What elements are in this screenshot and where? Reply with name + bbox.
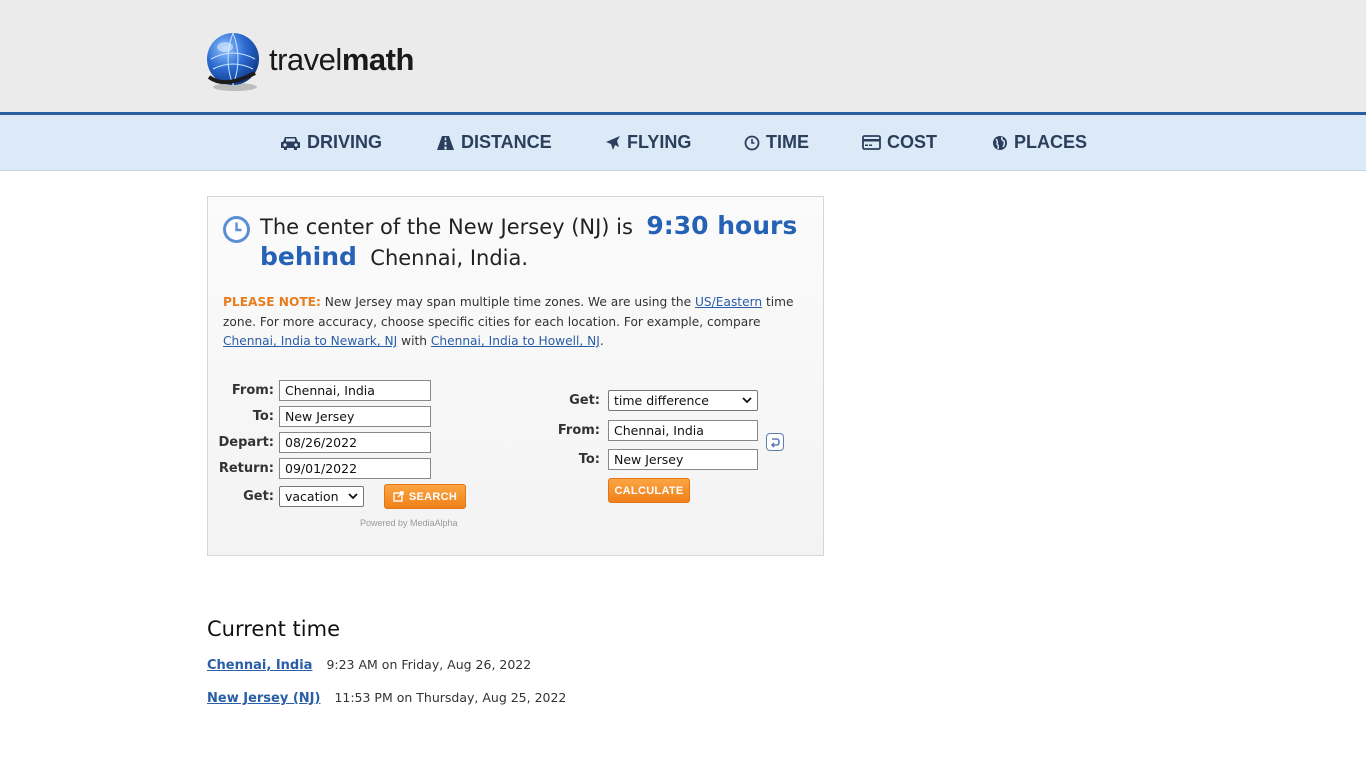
depart-label: Depart: [218, 435, 274, 450]
depart-date-input[interactable]: 08/26/2022 [279, 432, 431, 453]
result-box: The center of the New Jersey (NJ) is 9:3… [207, 196, 824, 556]
nav-driving[interactable]: DRIVING [280, 132, 382, 153]
current-time-row: Chennai, India 9:23 AM on Friday, Aug 26… [207, 657, 531, 673]
return-date-input[interactable]: 09/01/2022 [279, 458, 431, 479]
powered-by-text: Powered by MediaAlpha [360, 518, 458, 528]
new-jersey-time: 11:53 PM on Thursday, Aug 25, 2022 [334, 690, 567, 705]
timezone-note: PLEASE NOTE: New Jersey may span multipl… [223, 295, 794, 348]
vacation-from-input[interactable]: Chennai, India [279, 380, 431, 401]
road-icon [437, 135, 454, 150]
chennai-time: 9:23 AM on Friday, Aug 26, 2022 [326, 657, 532, 672]
current-time-title: Current time [207, 617, 340, 641]
globe-icon [993, 135, 1007, 150]
link-new-jersey[interactable]: New Jersey (NJ) [207, 691, 320, 706]
swap-locations-button[interactable] [766, 433, 784, 451]
calc-to-label: To: [578, 452, 600, 467]
link-chennai-newark[interactable]: Chennai, India to Newark, NJ [223, 334, 397, 348]
get-label: Get: [243, 489, 274, 504]
note-label: PLEASE NOTE: [223, 295, 321, 309]
logo-wordmark: travelmath [269, 42, 414, 77]
chevron-down-icon [742, 397, 752, 404]
clock-icon [223, 216, 250, 247]
nav-flying[interactable]: FLYING [605, 132, 691, 153]
chevron-down-icon [348, 493, 358, 500]
credit-card-icon [862, 135, 881, 150]
current-time-row: New Jersey (NJ) 11:53 PM on Thursday, Au… [207, 690, 566, 706]
search-button[interactable]: SEARCH [384, 484, 466, 509]
plane-icon [606, 135, 620, 150]
nav-time[interactable]: TIME [744, 132, 809, 153]
return-label: Return: [218, 461, 274, 476]
nav-distance[interactable]: DISTANCE [436, 132, 552, 153]
link-chennai-india[interactable]: Chennai, India [207, 658, 312, 673]
link-chennai-howell[interactable]: Chennai, India to Howell, NJ [431, 334, 600, 348]
site-logo[interactable]: travelmath [205, 28, 414, 92]
calc-from-input[interactable]: Chennai, India [608, 420, 758, 441]
external-link-icon [393, 491, 404, 502]
clock-icon [744, 135, 760, 150]
result-headline: The center of the New Jersey (NJ) is 9:3… [260, 211, 798, 271]
calc-get-select[interactable]: time difference [608, 390, 758, 411]
nav-places[interactable]: PLACES [992, 132, 1087, 153]
from-label: From: [231, 383, 274, 398]
site-header: travelmath [0, 0, 1366, 112]
vacation-get-select[interactable]: vacation [279, 486, 364, 507]
to-label: To: [252, 409, 274, 424]
car-icon [281, 136, 300, 150]
nav-cost[interactable]: COST [862, 132, 937, 153]
globe-logo-icon [205, 29, 261, 91]
swap-icon [770, 438, 780, 448]
vacation-to-input[interactable]: New Jersey [279, 406, 431, 427]
calculate-button[interactable]: CALCULATE [608, 478, 690, 503]
link-us-eastern[interactable]: US/Eastern [695, 295, 762, 309]
main-nav: DRIVING DISTANCE FLYING TIME COST PLACES [0, 112, 1366, 171]
calc-get-label: Get: [569, 393, 600, 408]
calc-to-input[interactable]: New Jersey [608, 449, 758, 470]
calc-from-label: From: [557, 423, 600, 438]
